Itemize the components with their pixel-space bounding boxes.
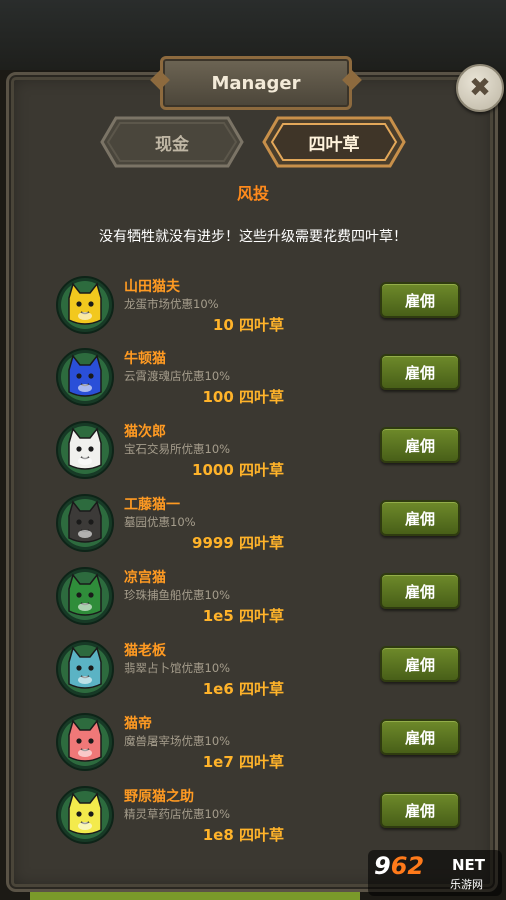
tab-clover-label: 四叶草 [308, 134, 360, 155]
manager-row: 山田猫夫龙蛋市场优惠10% 10 四叶草 雇佣 [56, 276, 466, 342]
manager-row: 牛顿猫云霄渡魂店优惠10% 100 四叶草 雇佣 [56, 348, 466, 414]
hire-button[interactable]: 雇佣 [380, 646, 460, 682]
hire-button[interactable]: 雇佣 [380, 354, 460, 390]
cat-avatar-icon [56, 640, 114, 698]
manager-name: 猫老板 [124, 643, 166, 659]
manager-cost: 1e7 四叶草 [202, 753, 284, 771]
manager-cost: 100 四叶草 [202, 388, 284, 406]
manager-row: 猫帝魔兽屠宰场优惠10% 1e7 四叶草 雇佣 [56, 713, 466, 779]
manager-description: 珍珠捕鱼船优惠10% [124, 588, 231, 602]
cat-avatar-icon [56, 713, 114, 771]
hire-button[interactable]: 雇佣 [380, 500, 460, 536]
hire-button[interactable]: 雇佣 [380, 719, 460, 755]
manager-name: 牛顿猫 [124, 351, 166, 367]
cat-avatar-icon [56, 786, 114, 844]
hire-button[interactable]: 雇佣 [380, 427, 460, 463]
manager-cost: 1000 四叶草 [192, 461, 284, 479]
manager-description: 魔兽屠宰场优惠10% [124, 734, 231, 748]
manager-cost: 1e8 四叶草 [202, 826, 284, 844]
manager-description: 墓园优惠10% [124, 515, 196, 529]
watermark-logo: 962 [374, 852, 425, 880]
manager-name: 凉宫猫 [124, 570, 166, 586]
manager-description: 宝石交易所优惠10% [124, 442, 231, 456]
manager-row: 野原猫之助精灵草药店优惠10% 1e8 四叶草 雇佣 [56, 786, 466, 852]
manager-row: 猫次郎宝石交易所优惠10% 1000 四叶草 雇佣 [56, 421, 466, 487]
cat-avatar-icon [56, 494, 114, 552]
manager-row: 凉宫猫珍珠捕鱼船优惠10% 1e5 四叶草 雇佣 [56, 567, 466, 633]
manager-cost: 10 四叶草 [212, 316, 284, 334]
tab-cash-label: 现金 [155, 134, 189, 155]
close-icon: ✖ [469, 73, 491, 103]
cat-avatar-icon [56, 421, 114, 479]
close-button[interactable]: ✖ [456, 64, 504, 112]
manager-cost: 9999 四叶草 [192, 534, 284, 552]
hire-button[interactable]: 雇佣 [380, 282, 460, 318]
tab-clover[interactable]: 四叶草 [262, 116, 406, 168]
manager-name: 猫帝 [124, 716, 152, 732]
manager-name: 工藤猫一 [124, 497, 180, 513]
manager-description: 云霄渡魂店优惠10% [124, 369, 231, 383]
watermark-net: NET [452, 856, 486, 874]
manager-description: 精灵草药店优惠10% [124, 807, 231, 821]
hire-button[interactable]: 雇佣 [380, 792, 460, 828]
hire-button[interactable]: 雇佣 [380, 573, 460, 609]
manager-description: 翡翠占卜馆优惠10% [124, 661, 231, 675]
manager-cost: 1e5 四叶草 [202, 607, 284, 625]
section-title: 风投 [236, 184, 269, 203]
window-title: Manager [160, 56, 352, 110]
manager-name: 猫次郎 [124, 424, 166, 440]
manager-cost: 1e6 四叶草 [202, 680, 284, 698]
site-watermark: 962 NET 乐游网 [368, 850, 502, 896]
cat-avatar-icon [56, 348, 114, 406]
manager-name: 野原猫之助 [124, 789, 194, 805]
cat-avatar-icon [56, 567, 114, 625]
manager-description: 龙蛋市场优惠10% [124, 297, 219, 311]
manager-row: 猫老板翡翠占卜馆优惠10% 1e6 四叶草 雇佣 [56, 640, 466, 706]
manager-row: 工藤猫一墓园优惠10% 9999 四叶草 雇佣 [56, 494, 466, 560]
manager-name: 山田猫夫 [124, 279, 180, 295]
tab-cash[interactable]: 现金 [100, 116, 244, 168]
watermark-site: 乐游网 [450, 878, 483, 891]
section-subtitle: 没有牺牲就没有进步！这些升级需要花费四叶草！ [99, 229, 407, 245]
cat-avatar-icon [56, 276, 114, 334]
